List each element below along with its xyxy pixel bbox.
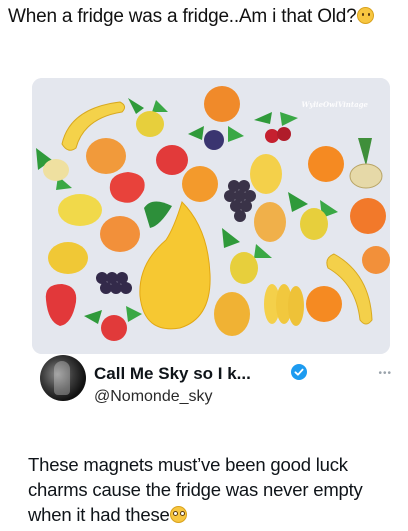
verified-badge-icon: [291, 364, 307, 380]
avatar[interactable]: [40, 355, 86, 401]
orange-magnet: [182, 166, 218, 202]
fruit-magnets-illustration: [32, 78, 390, 354]
banana-bunch-magnet: [264, 284, 304, 326]
fruit-magnets-photo[interactable]: WylieOwlVintage: [32, 78, 390, 354]
peach-magnet: [100, 216, 140, 252]
grapes-magnet: [96, 272, 132, 294]
apple-magnet: [156, 145, 188, 175]
pear-magnet: [48, 242, 88, 274]
orange-magnet: [308, 146, 344, 182]
peach-magnet: [362, 246, 390, 274]
more-options-icon[interactable]: •••: [378, 368, 392, 379]
post-caption: When a fridge was a fridge..Am i that Ol…: [8, 4, 400, 30]
tweet-body: These magnets must’ve been good luck cha…: [28, 454, 363, 525]
display-name[interactable]: Call Me Sky so I k...: [94, 364, 251, 384]
quince-magnet: [58, 194, 102, 226]
quoted-tweet-author[interactable]: Call Me Sky so I k... @Nomonde_sky •••: [40, 352, 400, 416]
orange-magnet: [350, 198, 386, 234]
lemon-magnet: [250, 154, 282, 194]
thinking-face-emoji-icon: [356, 7, 374, 24]
watermark: WylieOwlVintage: [301, 100, 368, 109]
caption-text: When a fridge was a fridge..Am i that Ol…: [8, 6, 357, 27]
orange-magnet: [306, 286, 342, 322]
orange-magnet: [204, 86, 240, 122]
quoted-tweet-text: These magnets must’ve been good luck cha…: [28, 452, 403, 527]
mango-magnet: [214, 292, 250, 336]
user-handle[interactable]: @Nomonde_sky: [94, 388, 213, 406]
apricot-magnet: [254, 202, 286, 242]
peach-magnet: [86, 138, 126, 174]
pleading-face-emoji-icon: [169, 506, 187, 523]
